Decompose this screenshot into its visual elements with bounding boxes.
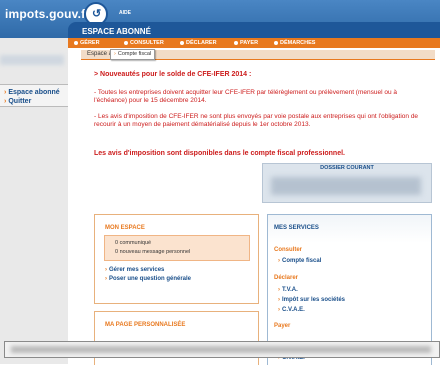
main-nav: GÉRER CONSULTER DÉCLARER PAYER DÉMARCHES	[68, 38, 440, 48]
nav-demarches[interactable]: DÉMARCHES	[274, 38, 315, 48]
nav-gerer[interactable]: GÉRER	[74, 38, 100, 48]
service-tva[interactable]: › T.V.A.	[278, 287, 298, 293]
news-title: > Nouveautés pour le solde de CFE-IFER 2…	[94, 71, 252, 78]
link-label: Poser une question générale	[109, 276, 192, 282]
arrow-icon: ›	[278, 307, 280, 313]
group-payer: Payer	[274, 323, 291, 329]
gerer-services-link[interactable]: › Gérer mes services	[105, 267, 164, 273]
service-label: C.V.A.E.	[282, 307, 305, 313]
arrow-icon: ›	[114, 51, 116, 57]
bullet-icon	[124, 40, 128, 45]
sidebar-item-espace-abonne[interactable]: › Espace abonné	[0, 88, 68, 97]
bullet-icon	[180, 40, 184, 45]
sidebar-item-label: Quitter	[8, 98, 32, 105]
logo-glyph: ↺	[92, 8, 102, 20]
message-count[interactable]: 0 nouveau message personnel	[115, 249, 190, 255]
communique-count[interactable]: 0 communiqué	[115, 240, 151, 246]
sidebar-item-label: Espace abonné	[8, 89, 60, 96]
service-cvae[interactable]: › C.V.A.E.	[278, 307, 305, 313]
sidebar-item-quitter[interactable]: › Quitter	[0, 97, 68, 106]
nav-payer[interactable]: PAYER	[234, 38, 258, 48]
redacted-address-bar	[4, 341, 440, 358]
site-name[interactable]: impots.gouv.fr	[5, 7, 90, 21]
group-consulter: Consulter	[274, 247, 303, 253]
service-label: T.V.A.	[282, 287, 298, 293]
submenu-compte-fiscal[interactable]: › Compte fiscal	[110, 49, 156, 60]
arrow-icon: ›	[278, 287, 280, 293]
poser-question-link[interactable]: › Poser une question générale	[105, 276, 191, 282]
service-label: Impôt sur les sociétés	[282, 297, 346, 303]
nav-consulter[interactable]: CONSULTER	[124, 38, 164, 48]
nav-label: DÉCLARER	[186, 40, 217, 46]
redacted-area	[0, 55, 64, 65]
nav-declarer[interactable]: DÉCLARER	[180, 38, 217, 48]
arrow-icon: ›	[4, 98, 7, 105]
nav-label: GÉRER	[80, 40, 100, 46]
nav-label: CONSULTER	[130, 40, 164, 46]
mon-espace-panel: MON ESPACE 0 communiqué 0 nouveau messag…	[94, 214, 259, 304]
panel-title: MES SERVICES	[274, 225, 319, 231]
panel-title: MA PAGE PERSONNALISÉE	[105, 322, 186, 328]
service-label: Compte fiscal	[282, 258, 322, 264]
bullet-icon	[74, 40, 78, 45]
arrow-icon: ›	[278, 297, 280, 303]
nav-label: DÉMARCHES	[280, 40, 316, 46]
news-paragraph-1: - Toutes les entreprises doivent acquitt…	[94, 89, 397, 104]
space-title: ESPACE ABONNÉ	[82, 27, 151, 36]
bullet-icon	[274, 40, 278, 45]
redacted-area	[11, 346, 431, 353]
panel-title: MON ESPACE	[105, 225, 145, 231]
service-impot-societes[interactable]: › Impôt sur les sociétés	[278, 297, 345, 303]
dossier-courant-box: DOSSIER COURANT	[262, 163, 432, 203]
arrow-icon: ›	[105, 276, 107, 282]
news-highlight: Les avis d'imposition sont disponibles d…	[94, 150, 345, 157]
arrow-icon: ›	[4, 89, 7, 96]
news-paragraph-2: - Les avis d'imposition de CFE-IFER ne s…	[94, 113, 419, 128]
nav-label: PAYER	[240, 40, 259, 46]
arrow-icon: ›	[278, 258, 280, 264]
sidebar-menu: › Espace abonné › Quitter	[0, 84, 68, 107]
messages-box: 0 communiqué 0 nouveau message personnel	[104, 235, 250, 261]
submenu-label: Compte fiscal	[117, 51, 152, 57]
redacted-area	[271, 177, 421, 195]
dossier-title: DOSSIER COURANT	[320, 165, 374, 171]
aide-link[interactable]: AIDE	[119, 10, 131, 16]
arrow-icon: ›	[105, 267, 107, 273]
link-label: Gérer mes services	[109, 267, 165, 273]
bullet-icon	[234, 40, 238, 45]
service-compte-fiscal[interactable]: › Compte fiscal	[278, 258, 321, 264]
group-declarer: Déclarer	[274, 275, 299, 281]
